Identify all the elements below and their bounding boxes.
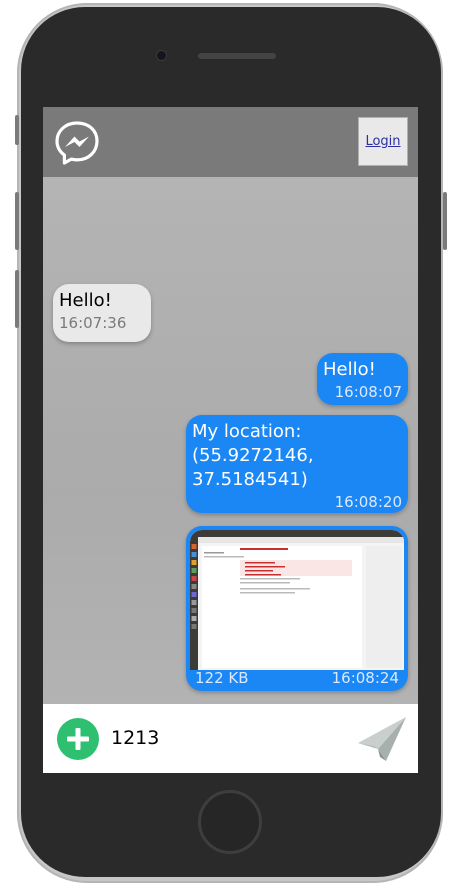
message-time: 16:07:36 <box>59 314 127 332</box>
image-file-size: 122 KB <box>195 669 249 687</box>
app-screen: Login Hello! 16:07:36 Hello! 16:08:07 My… <box>43 107 418 773</box>
send-button[interactable] <box>356 713 410 765</box>
messenger-bolt-icon <box>55 121 99 165</box>
message-input[interactable] <box>111 723 331 753</box>
message-time: 16:08:20 <box>334 493 402 511</box>
location-line: My location: <box>192 421 302 442</box>
home-button[interactable] <box>198 790 262 854</box>
message-bubble-incoming: Hello! 16:07:36 <box>53 284 151 342</box>
earpiece-speaker <box>198 53 276 59</box>
phone-volume-down <box>15 270 19 328</box>
location-line: (55.9272146, <box>192 445 314 466</box>
image-thumbnail[interactable] <box>190 530 404 670</box>
composer-bar <box>43 704 418 773</box>
app-header: Login <box>43 107 418 177</box>
paper-plane-icon <box>358 717 406 761</box>
location-line: 37.5184541) <box>192 469 308 490</box>
message-text: Hello! <box>59 290 112 311</box>
message-text: Hello! <box>323 359 376 380</box>
message-time: 16:08:24 <box>331 669 399 687</box>
front-camera <box>157 51 166 60</box>
chat-area[interactable]: Hello! 16:07:36 Hello! 16:08:07 My locat… <box>43 177 418 704</box>
login-button[interactable]: Login <box>358 117 408 166</box>
message-bubble-location[interactable]: My location: (55.9272146, 37.5184541) 16… <box>186 415 408 513</box>
message-bubble-image[interactable]: 122 KB 16:08:24 <box>186 526 408 691</box>
plus-circle-icon <box>67 728 89 750</box>
screenshot-preview-image <box>190 530 404 670</box>
phone-power-button <box>443 192 447 250</box>
phone-volume-up <box>15 192 19 250</box>
phone-mute-switch <box>15 115 19 145</box>
message-bubble-outgoing: Hello! 16:08:07 <box>317 353 408 405</box>
message-time: 16:08:07 <box>334 383 402 401</box>
add-attachment-button[interactable] <box>57 718 99 760</box>
